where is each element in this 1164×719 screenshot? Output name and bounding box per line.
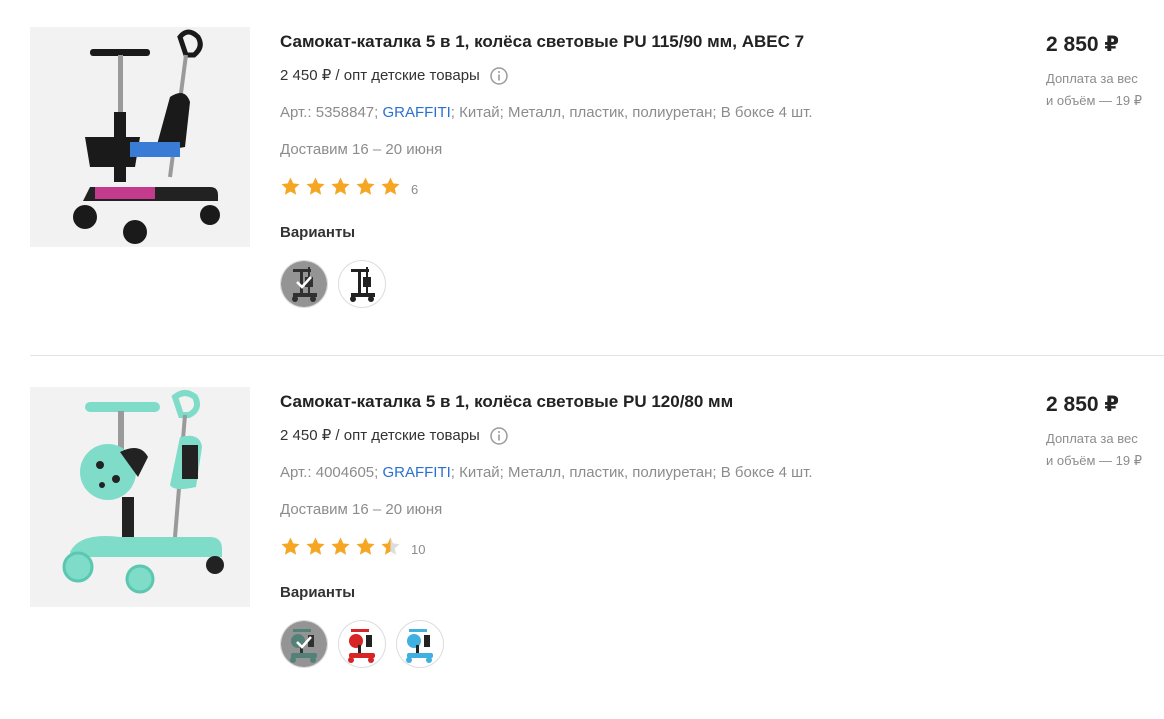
price: 2 850 ₽	[1046, 33, 1119, 56]
variant-option[interactable]	[280, 260, 328, 308]
delivery-date: Доставим 16 – 20 июня	[280, 501, 443, 518]
variant-option[interactable]	[396, 620, 444, 668]
country: Китай;	[459, 464, 504, 481]
star-icon	[380, 176, 401, 197]
opt-price-text: 2 450 ₽ / опт детские товары	[280, 67, 480, 84]
surcharge-line: Доплата за вес	[1046, 431, 1138, 446]
star-icon	[305, 176, 326, 197]
check-icon	[296, 636, 312, 649]
review-count[interactable]: 10	[411, 542, 425, 557]
variants-list	[280, 620, 980, 668]
scooter-image	[73, 29, 220, 244]
product-meta: Арт.: 4004605; GRAFFITI; Китай; Металл, …	[280, 464, 813, 481]
star-icon	[355, 536, 376, 557]
country: Китай;	[459, 104, 504, 121]
opt-price: 2 450 ₽ / опт детские товары	[280, 426, 980, 446]
stars	[280, 536, 405, 562]
article-number: Арт.: 4004605;	[280, 464, 379, 481]
opt-price-text: 2 450 ₽ / опт детские товары	[280, 427, 480, 444]
variant-option[interactable]	[280, 620, 328, 668]
star-icon	[330, 536, 351, 557]
material: Металл, пластик, полиуретан;	[508, 464, 717, 481]
product-card: Самокат-каталка 5 в 1, колёса световые P…	[0, 0, 1164, 356]
info-icon[interactable]	[490, 427, 508, 445]
product-card: Самокат-каталка 5 в 1, колёса световые P…	[0, 357, 1164, 719]
brand-link[interactable]: GRAFFITI	[382, 464, 450, 481]
star-icon	[330, 176, 351, 197]
star-icon	[280, 176, 301, 197]
surcharge-note: Доплата за вес и объём — 19 ₽	[1046, 68, 1156, 112]
rating: 6	[280, 177, 980, 201]
product-info: Самокат-каталка 5 в 1, колёса световые P…	[280, 30, 980, 308]
product-title[interactable]: Самокат-каталка 5 в 1, колёса световые P…	[280, 30, 980, 54]
check-icon	[296, 276, 312, 289]
stars	[280, 176, 405, 202]
opt-price: 2 450 ₽ / опт детские товары	[280, 66, 980, 86]
price: 2 850 ₽	[1046, 393, 1119, 416]
pack-size: В боксе 4 шт.	[720, 104, 813, 121]
surcharge-line: и объём — 19 ₽	[1046, 453, 1142, 468]
product-meta: Арт.: 5358847; GRAFFITI; Китай; Металл, …	[280, 104, 813, 121]
variant-option[interactable]	[338, 620, 386, 668]
rating: 10	[280, 537, 980, 561]
product-title[interactable]: Самокат-каталка 5 в 1, колёса световые P…	[280, 390, 980, 414]
price-column: 2 850 ₽ Доплата за вес и объём — 19 ₽	[1046, 392, 1156, 472]
star-icon	[305, 536, 326, 557]
variants-label: Варианты	[280, 584, 356, 601]
variants-list	[280, 260, 980, 308]
divider	[30, 355, 1164, 356]
product-image[interactable]	[30, 27, 250, 247]
material: Металл, пластик, полиуретан;	[508, 104, 717, 121]
price-column: 2 850 ₽ Доплата за вес и объём — 19 ₽	[1046, 32, 1156, 112]
delivery-date: Доставим 16 – 20 июня	[280, 141, 443, 158]
scooter-image	[62, 390, 224, 594]
info-icon[interactable]	[490, 67, 508, 85]
review-count[interactable]: 6	[411, 182, 418, 197]
article-number: Арт.: 5358847;	[280, 104, 379, 121]
star-icon	[280, 536, 301, 557]
surcharge-line: и объём — 19 ₽	[1046, 93, 1142, 108]
star-icon	[355, 176, 376, 197]
variants-label: Варианты	[280, 224, 356, 241]
product-image[interactable]	[30, 387, 250, 607]
variant-option[interactable]	[338, 260, 386, 308]
star-icon	[380, 536, 401, 557]
pack-size: В боксе 4 шт.	[720, 464, 813, 481]
surcharge-note: Доплата за вес и объём — 19 ₽	[1046, 428, 1156, 472]
product-info: Самокат-каталка 5 в 1, колёса световые P…	[280, 390, 980, 668]
brand-link[interactable]: GRAFFITI	[382, 104, 450, 121]
surcharge-line: Доплата за вес	[1046, 71, 1138, 86]
